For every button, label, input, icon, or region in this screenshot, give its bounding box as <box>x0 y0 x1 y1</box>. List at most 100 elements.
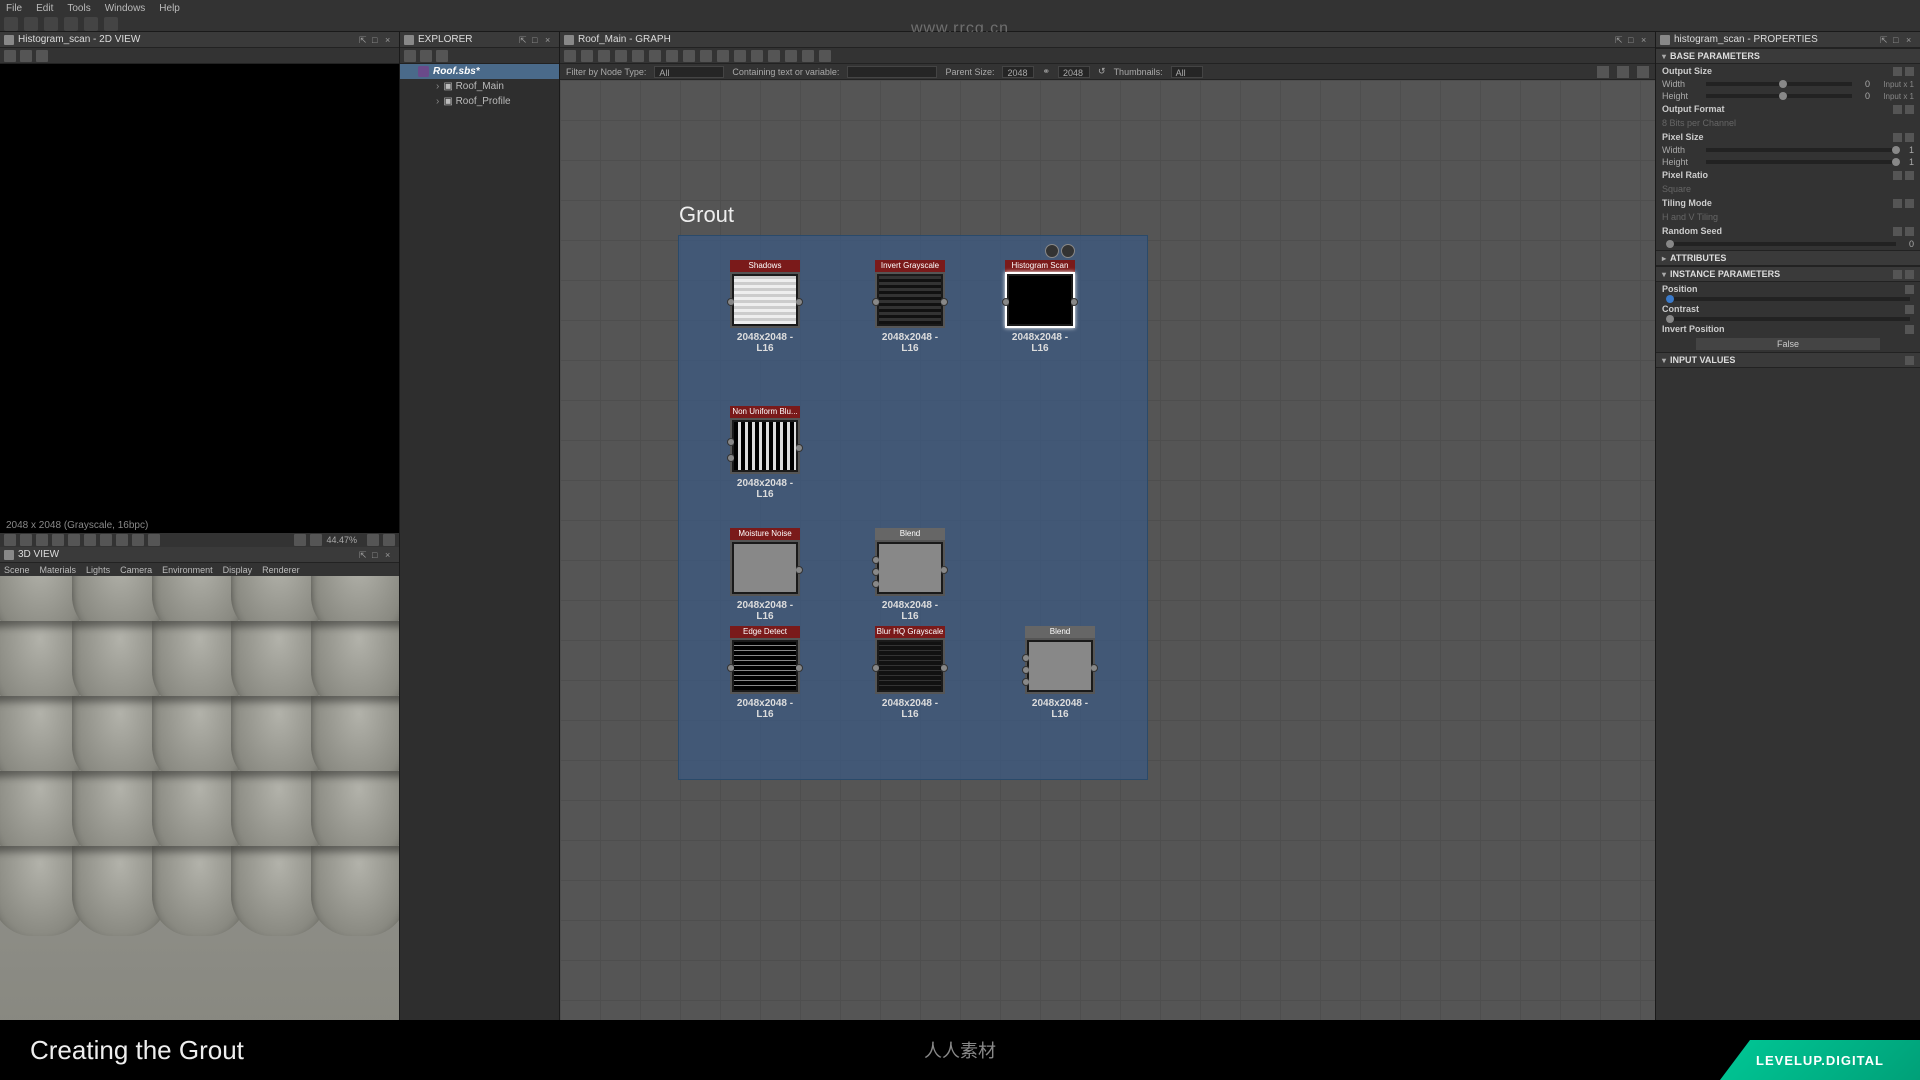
slider-pxh[interactable] <box>1706 160 1896 164</box>
tool-icon[interactable] <box>751 50 763 62</box>
maximize-icon[interactable]: □ <box>1893 35 1903 45</box>
filter-text[interactable] <box>847 66 937 78</box>
tool-icon[interactable] <box>84 534 96 546</box>
inherit-icon[interactable] <box>1893 199 1902 208</box>
menu-display[interactable]: Display <box>223 565 253 575</box>
tree-item-child[interactable]: ›▣ Roof_Main <box>400 79 559 94</box>
filter-type[interactable]: All <box>654 66 724 78</box>
inherit-icon[interactable] <box>1893 133 1902 142</box>
menu-scene[interactable]: Scene <box>4 565 30 575</box>
pin-icon[interactable]: ⇱ <box>519 35 529 45</box>
tool-icon[interactable] <box>683 50 695 62</box>
slider-contrast[interactable] <box>1666 317 1910 321</box>
reset-icon[interactable] <box>1905 285 1914 294</box>
badge-icon[interactable] <box>1061 244 1075 258</box>
tool-icon[interactable] <box>132 534 144 546</box>
port-out[interactable] <box>795 444 803 452</box>
inherit-icon[interactable] <box>1893 105 1902 114</box>
section-instance-params[interactable]: ▾INSTANCE PARAMETERS <box>1656 266 1920 282</box>
badge-icon[interactable] <box>1045 244 1059 258</box>
node-non-uniform-blur[interactable]: Non Uniform Blu... 2048x2048 - L16 <box>730 406 800 500</box>
tool-icon[interactable] <box>785 50 797 62</box>
slider-position[interactable] <box>1666 297 1910 301</box>
port-out[interactable] <box>1090 664 1098 672</box>
add-icon[interactable] <box>1905 356 1914 365</box>
port-out[interactable] <box>940 566 948 574</box>
menu-materials[interactable]: Materials <box>40 565 77 575</box>
view-3d[interactable] <box>0 576 399 1032</box>
tool-icon[interactable] <box>4 534 16 546</box>
lock-icon[interactable] <box>383 534 395 546</box>
view-icon[interactable] <box>1617 66 1629 78</box>
reset-icon[interactable] <box>1905 227 1914 236</box>
save-icon[interactable] <box>404 50 416 62</box>
open-icon[interactable] <box>24 17 38 31</box>
info-icon[interactable] <box>36 50 48 62</box>
tool-icon[interactable] <box>700 50 712 62</box>
preset-icon[interactable] <box>1893 270 1902 279</box>
redo-icon[interactable] <box>104 17 118 31</box>
reset-icon[interactable] <box>1905 133 1914 142</box>
port-out[interactable] <box>795 298 803 306</box>
menu-help[interactable]: Help <box>159 3 180 14</box>
save-icon[interactable] <box>44 17 58 31</box>
close-icon[interactable]: × <box>545 35 555 45</box>
tool-icon[interactable] <box>734 50 746 62</box>
node-histogram-scan[interactable]: Histogram Scan 2048x2048 - L16 <box>1005 260 1075 354</box>
inherit-icon[interactable] <box>1893 227 1902 236</box>
maximize-icon[interactable]: □ <box>532 35 542 45</box>
node-shadows[interactable]: Shadows 2048x2048 - L16 <box>730 260 800 354</box>
tool-icon[interactable] <box>598 50 610 62</box>
tool-icon[interactable] <box>649 50 661 62</box>
section-attributes[interactable]: ▸ATTRIBUTES <box>1656 250 1920 266</box>
port-out[interactable] <box>795 664 803 672</box>
close-icon[interactable]: × <box>1641 35 1651 45</box>
pin-icon[interactable]: ⇱ <box>359 550 369 560</box>
reset-icon[interactable] <box>1905 199 1914 208</box>
port-out[interactable] <box>940 664 948 672</box>
tool-icon[interactable] <box>632 50 644 62</box>
explorer-tree[interactable]: Roof.sbs* ›▣ Roof_Main ›▣ Roof_Profile <box>400 64 559 1032</box>
menu-windows[interactable]: Windows <box>105 3 146 14</box>
slider-seed[interactable] <box>1666 242 1896 246</box>
pin-icon[interactable]: ⇱ <box>1880 35 1890 45</box>
tool-icon[interactable] <box>148 534 160 546</box>
save-icon[interactable] <box>4 50 16 62</box>
reset-icon[interactable] <box>1905 105 1914 114</box>
close-icon[interactable]: × <box>385 35 395 45</box>
reset-icon[interactable] <box>1905 325 1914 334</box>
port-out[interactable] <box>940 298 948 306</box>
view-2d[interactable]: 2048 x 2048 (Grayscale, 16bpc) <box>0 64 399 533</box>
save-icon[interactable] <box>564 50 576 62</box>
node-blur-hq[interactable]: Blur HQ Grayscale 2048x2048 - L16 <box>875 626 945 720</box>
tool-icon[interactable] <box>310 534 322 546</box>
menu-camera[interactable]: Camera <box>120 565 152 575</box>
section-base-params[interactable]: ▾BASE PARAMETERS <box>1656 48 1920 64</box>
node-invert-grayscale[interactable]: Invert Grayscale 2048x2048 - L16 <box>875 260 945 354</box>
inherit-icon[interactable] <box>1893 171 1902 180</box>
tool-icon[interactable] <box>68 534 80 546</box>
close-icon[interactable]: × <box>1906 35 1916 45</box>
section-input-values[interactable]: ▾INPUT VALUES <box>1656 352 1920 368</box>
slider-height[interactable] <box>1706 94 1852 98</box>
tool-icon[interactable] <box>802 50 814 62</box>
export-icon[interactable] <box>420 50 432 62</box>
port-out[interactable] <box>1070 298 1078 306</box>
slider-pxw[interactable] <box>1706 148 1896 152</box>
menu-edit[interactable]: Edit <box>36 3 53 14</box>
maximize-icon[interactable]: □ <box>1628 35 1638 45</box>
pin-icon[interactable]: ⇱ <box>1615 35 1625 45</box>
view-icon[interactable] <box>1637 66 1649 78</box>
node-blend[interactable]: Blend 2048x2048 - L16 <box>875 528 945 622</box>
node-blend[interactable]: Blend 2048x2048 - L16 <box>1025 626 1095 720</box>
undo-icon[interactable] <box>84 17 98 31</box>
maximize-icon[interactable]: □ <box>372 550 382 560</box>
reset-icon[interactable]: ↺ <box>1098 66 1106 77</box>
menu-environment[interactable]: Environment <box>162 565 213 575</box>
tool-icon[interactable] <box>20 534 32 546</box>
camera-icon[interactable] <box>581 50 593 62</box>
slider-width[interactable] <box>1706 82 1852 86</box>
reset-icon[interactable] <box>1905 305 1914 314</box>
menu-file[interactable]: File <box>6 3 22 14</box>
tool-icon[interactable] <box>615 50 627 62</box>
